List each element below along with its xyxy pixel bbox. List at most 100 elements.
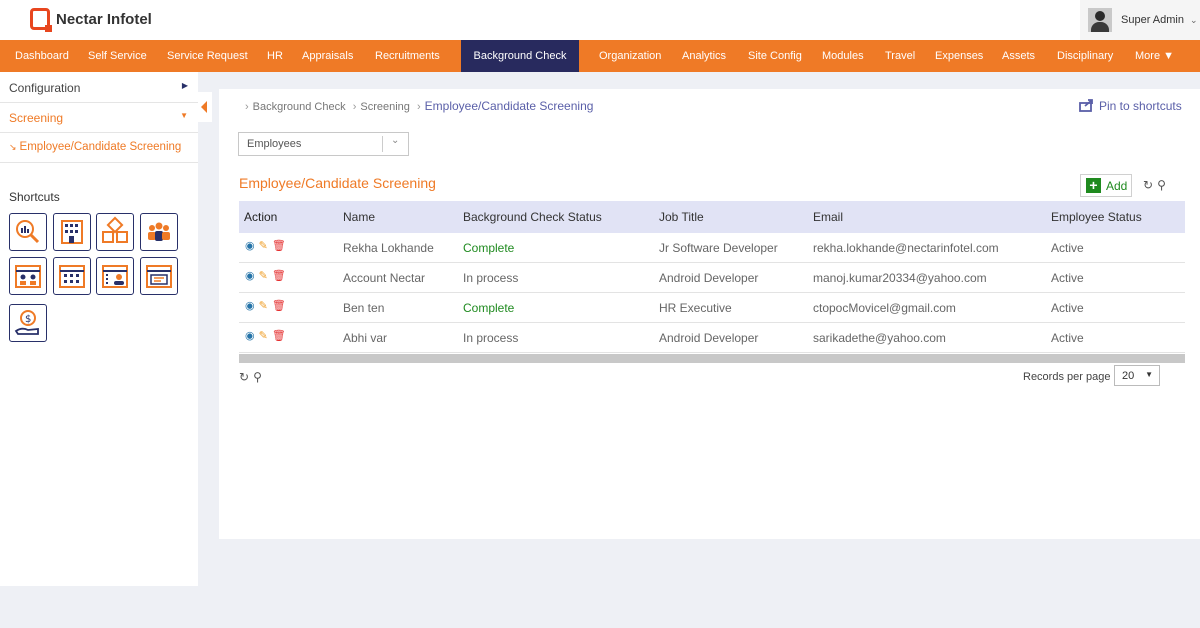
cell-name: Rekha Lokhande bbox=[343, 241, 434, 255]
row-actions: ◉ ✎ 🗑 bbox=[245, 301, 286, 312]
refresh-icon[interactable]: ↻ bbox=[1143, 178, 1153, 192]
cell-email: rekha.lokhande@nectarinfotel.com bbox=[813, 241, 999, 255]
logo-mark-icon bbox=[30, 8, 52, 32]
chevron-down-icon: ▼ bbox=[180, 111, 188, 120]
cell-employee-status: Active bbox=[1051, 241, 1084, 255]
sidebar-collapse-button[interactable] bbox=[198, 92, 212, 122]
analytics-search-icon[interactable] bbox=[9, 213, 47, 251]
company-logo[interactable]: Nectar Infotel bbox=[30, 8, 152, 32]
view-icon[interactable]: ◉ bbox=[245, 331, 255, 342]
column-header-job-title[interactable]: Job Title bbox=[659, 210, 704, 224]
column-header-name[interactable]: Name bbox=[343, 210, 375, 224]
delete-icon[interactable]: 🗑 bbox=[272, 331, 286, 342]
employee-type-select[interactable]: Employees ⌄ bbox=[238, 132, 409, 156]
view-icon[interactable]: ◉ bbox=[245, 271, 255, 282]
calendar-person-icon[interactable] bbox=[96, 257, 134, 295]
nav-item-background-check[interactable]: Background Check bbox=[461, 40, 579, 72]
column-header-employee-status[interactable]: Employee Status bbox=[1051, 210, 1142, 224]
nav-item-recruitments[interactable]: Recruitments bbox=[375, 40, 440, 72]
nav-item-analytics[interactable]: Analytics bbox=[682, 40, 726, 72]
search-icon[interactable]: ⚲ bbox=[1157, 178, 1166, 192]
cell-job-title: Jr Software Developer bbox=[659, 241, 778, 255]
caret-down-icon: ▼ bbox=[1145, 370, 1153, 379]
chevron-right-icon: ▶ bbox=[181, 81, 188, 90]
delete-icon[interactable]: 🗑 bbox=[272, 241, 286, 252]
nav-item-service-request[interactable]: Service Request bbox=[167, 40, 248, 72]
search-icon[interactable]: ⚲ bbox=[253, 370, 262, 384]
nav-item-organization[interactable]: Organization bbox=[599, 40, 661, 72]
cell-status: In process bbox=[463, 331, 519, 345]
cell-job-title: HR Executive bbox=[659, 301, 732, 315]
edit-icon[interactable]: ✎ bbox=[259, 271, 268, 282]
sidebar-item-screening[interactable]: Screening ▼ bbox=[0, 103, 198, 133]
nav-item-travel[interactable]: Travel bbox=[885, 40, 915, 72]
employee-type-value: Employees bbox=[247, 138, 302, 150]
top-header: Nectar Infotel Super Admin ⌄ bbox=[0, 0, 1200, 40]
edit-icon[interactable]: ✎ bbox=[259, 241, 268, 252]
sidebar-item-label: Employee/Candidate Screening bbox=[19, 141, 182, 153]
cell-employee-status: Active bbox=[1051, 301, 1084, 315]
content-panel: › Background Check › Screening › Employee/C… bbox=[219, 89, 1200, 539]
delete-icon[interactable]: 🗑 bbox=[272, 271, 286, 282]
add-button[interactable]: + Add bbox=[1080, 174, 1132, 197]
breadcrumb-separator-icon: › bbox=[245, 101, 249, 113]
sidebar-subitem: ↘ Employee/Candidate Screening bbox=[9, 141, 181, 153]
shortcuts-title: Shortcuts bbox=[9, 190, 60, 204]
records-per-page-value: 20 bbox=[1122, 370, 1135, 382]
share-icon bbox=[1079, 98, 1095, 115]
cell-name: Account Nectar bbox=[343, 271, 426, 285]
cell-email: sarikadethe@yahoo.com bbox=[813, 331, 946, 345]
table-row: ◉ ✎ 🗑 Rekha Lokhande Complete Jr Software … bbox=[239, 233, 1185, 263]
calendar-card-icon[interactable] bbox=[140, 257, 178, 295]
sidebar-item-configuration[interactable]: Configuration ▶ bbox=[0, 73, 198, 103]
main-nav: Dashboard Self Service Service Request H… bbox=[0, 40, 1200, 72]
calendar-grid-icon[interactable] bbox=[53, 257, 91, 295]
delete-icon[interactable]: 🗑 bbox=[272, 301, 286, 312]
view-icon[interactable]: ◉ bbox=[245, 241, 255, 252]
nav-item-self-service[interactable]: Self Service bbox=[88, 40, 147, 72]
table-row: ◉ ✎ 🗑 Ben ten Complete HR Executive ctopoc… bbox=[239, 293, 1185, 323]
boxes-icon[interactable] bbox=[96, 213, 134, 251]
team-icon[interactable] bbox=[140, 213, 178, 251]
user-name: Super Admin bbox=[1121, 14, 1184, 26]
cell-email: ctopocMovicel@gmail.com bbox=[813, 301, 956, 315]
nav-item-hr[interactable]: HR bbox=[267, 40, 283, 72]
breadcrumb-item-background-check[interactable]: Background Check bbox=[253, 101, 346, 113]
nav-item-dashboard[interactable]: Dashboard bbox=[15, 40, 69, 72]
user-menu[interactable]: Super Admin ⌄ bbox=[1080, 0, 1200, 40]
table-row: ◉ ✎ 🗑 Abhi var In process Android Develope… bbox=[239, 323, 1185, 353]
chevron-down-icon[interactable]: ⌄ bbox=[1190, 15, 1198, 26]
calendar-people-icon[interactable] bbox=[9, 257, 47, 295]
breadcrumb: › Background Check › Screening › Employee/C… bbox=[241, 99, 593, 113]
cell-status: Complete bbox=[463, 241, 515, 255]
row-actions: ◉ ✎ 🗑 bbox=[245, 271, 286, 282]
money-hand-icon[interactable]: $ bbox=[9, 304, 47, 342]
sidebar-item-label: Configuration bbox=[9, 81, 81, 95]
building-icon[interactable] bbox=[53, 213, 91, 251]
records-per-page-select[interactable]: 20 ▼ bbox=[1114, 365, 1160, 386]
nav-item-expenses[interactable]: Expenses bbox=[935, 40, 983, 72]
cell-status: Complete bbox=[463, 301, 515, 315]
row-actions: ◉ ✎ 🗑 bbox=[245, 331, 286, 342]
breadcrumb-item-screening[interactable]: Screening bbox=[360, 101, 410, 113]
sidebar-item-employee-candidate-screening[interactable]: ↘ Employee/Candidate Screening bbox=[0, 133, 198, 163]
nav-item-more[interactable]: More ▼ bbox=[1135, 40, 1174, 72]
edit-icon[interactable]: ✎ bbox=[259, 331, 268, 342]
nav-item-site-config[interactable]: Site Config bbox=[748, 40, 802, 72]
view-icon[interactable]: ◉ bbox=[245, 301, 255, 312]
refresh-icon[interactable]: ↻ bbox=[239, 370, 249, 384]
collapse-arrow-icon bbox=[201, 101, 207, 113]
nav-item-assets[interactable]: Assets bbox=[1002, 40, 1035, 72]
cell-employee-status: Active bbox=[1051, 271, 1084, 285]
nav-item-disciplinary[interactable]: Disciplinary bbox=[1057, 40, 1113, 72]
pin-to-shortcuts-label: Pin to shortcuts bbox=[1099, 99, 1182, 113]
horizontal-scrollbar[interactable] bbox=[239, 354, 1185, 363]
column-header-email[interactable]: Email bbox=[813, 210, 843, 224]
column-header-status[interactable]: Background Check Status bbox=[463, 210, 602, 224]
nav-item-appraisals[interactable]: Appraisals bbox=[302, 40, 353, 72]
edit-icon[interactable]: ✎ bbox=[259, 301, 268, 312]
breadcrumb-current: Employee/Candidate Screening bbox=[424, 99, 594, 113]
pin-to-shortcuts-link[interactable]: Pin to shortcuts bbox=[1079, 98, 1182, 115]
nav-item-modules[interactable]: Modules bbox=[822, 40, 864, 72]
footer-toolbar: ↻ ⚲ bbox=[239, 370, 266, 384]
